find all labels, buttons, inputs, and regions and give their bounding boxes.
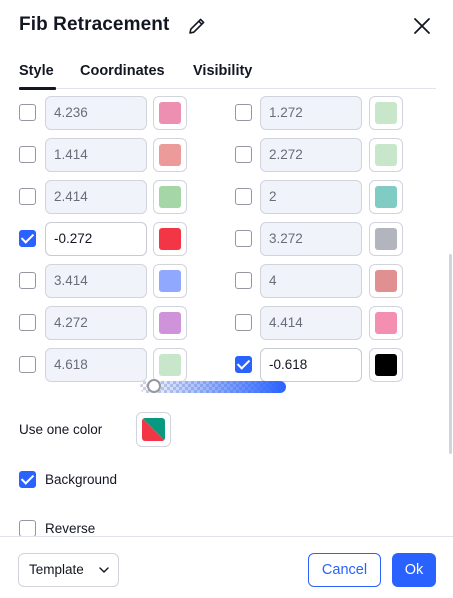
level-value-input[interactable]: 2.272 (260, 138, 362, 172)
background-checkbox[interactable] (19, 471, 36, 488)
ok-button[interactable]: Ok (392, 553, 436, 587)
color-swatch (375, 102, 397, 124)
scrollbar[interactable] (449, 254, 452, 454)
color-swatch (375, 228, 397, 250)
level-color-button[interactable] (369, 348, 403, 382)
level-checkbox[interactable] (235, 188, 252, 205)
dialog-header: Fib Retracement (0, 0, 453, 54)
background-opacity-slider-thumb[interactable] (146, 379, 161, 393)
reverse-checkbox[interactable] (19, 520, 36, 536)
color-swatch (375, 186, 397, 208)
level-row: 2.272 (0, 138, 420, 172)
dialog-title: Fib Retracement (19, 14, 170, 35)
use-one-color-label: Use one color (19, 422, 103, 437)
level-value-input[interactable]: 4.414 (260, 306, 362, 340)
tab-visibility[interactable]: Visibility (193, 63, 252, 79)
level-row: 1.272 (0, 96, 420, 130)
level-value-input[interactable]: 1.272 (260, 96, 362, 130)
level-color-button[interactable] (369, 180, 403, 214)
close-icon[interactable] (411, 15, 433, 37)
template-label: Template (29, 562, 84, 577)
color-swatch (375, 144, 397, 166)
level-value-input[interactable]: 3.272 (260, 222, 362, 256)
tab-bar: Style Coordinates Visibility (0, 58, 453, 92)
level-row: -0.618 (0, 348, 420, 382)
level-checkbox[interactable] (235, 356, 252, 373)
one-color-swatch-graphic (142, 418, 165, 441)
background-opacity-slider[interactable] (140, 381, 286, 393)
tab-style[interactable]: Style (19, 63, 54, 79)
level-value-input[interactable]: -0.618 (260, 348, 362, 382)
tab-coordinates[interactable]: Coordinates (80, 63, 165, 79)
level-row: 2 (0, 180, 420, 214)
level-checkbox[interactable] (235, 146, 252, 163)
level-checkbox[interactable] (235, 104, 252, 121)
color-swatch (375, 270, 397, 292)
chevron-down-icon (99, 567, 109, 573)
level-value-input[interactable]: 2 (260, 180, 362, 214)
level-value-input[interactable]: 4 (260, 264, 362, 298)
color-swatch (375, 354, 397, 376)
one-color-button[interactable] (136, 412, 171, 447)
level-row: 4 (0, 264, 420, 298)
style-settings-panel: 4.236 1.414 2.414 -0.272 3.414 4.272 4.6… (0, 92, 453, 536)
level-color-button[interactable] (369, 222, 403, 256)
level-row: 4.414 (0, 306, 420, 340)
level-checkbox[interactable] (235, 230, 252, 247)
tab-divider (56, 88, 436, 89)
level-color-button[interactable] (369, 96, 403, 130)
footer-divider (0, 536, 453, 537)
level-color-button[interactable] (369, 264, 403, 298)
cancel-button[interactable]: Cancel (308, 553, 381, 587)
level-color-button[interactable] (369, 138, 403, 172)
active-tab-indicator (19, 87, 56, 90)
background-label: Background (45, 472, 118, 487)
level-row: 3.272 (0, 222, 420, 256)
level-checkbox[interactable] (235, 314, 252, 331)
color-swatch (375, 312, 397, 334)
level-color-button[interactable] (369, 306, 403, 340)
reverse-label: Reverse (45, 521, 96, 536)
one-color-swatch (142, 418, 165, 441)
level-checkbox[interactable] (235, 272, 252, 289)
pencil-icon[interactable] (187, 16, 207, 36)
